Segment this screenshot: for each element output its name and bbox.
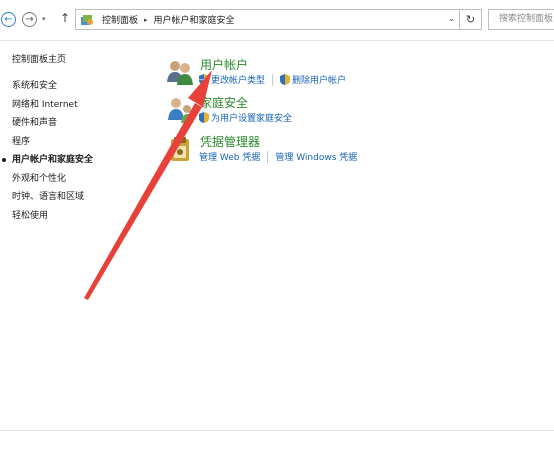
up-button[interactable]: ↑ (60, 11, 70, 25)
credential-manager-icon (171, 137, 189, 161)
address-bar[interactable]: 控制面板 ▸ 用户帐户和家庭安全 ⌄ (75, 9, 460, 30)
sidebar-item-network-internet[interactable]: 网络和 Internet (12, 96, 93, 115)
arrow-up-icon: ↑ (60, 11, 71, 25)
arrow-right-icon: → (25, 13, 34, 25)
left-nav-pane: 控制面板主页 系统和安全 网络和 Internet 硬件和声音 程序 用户帐户和… (1, 52, 93, 226)
delete-user-account-link[interactable]: 删除用户帐户 (292, 73, 346, 86)
breadcrumb-control-panel[interactable]: 控制面板 (102, 13, 138, 26)
sidebar-item-hardware-sound[interactable]: 硬件和声音 (12, 114, 93, 133)
sidebar-item-clock-language[interactable]: 时钟、语言和区域 (12, 188, 93, 207)
set-up-family-safety-link[interactable]: 为用户设置家庭安全 (211, 111, 292, 124)
category-title-family-safety[interactable]: 家庭安全 (200, 94, 248, 111)
navigation-bar: ← → ▾ ↑ 控制面板 ▸ 用户帐户和家庭安全 ⌄ ↻ 搜索控制面板 (0, 0, 554, 41)
back-button[interactable]: ← (1, 12, 16, 27)
uac-shield-icon (199, 112, 209, 123)
category-title-credential-manager[interactable]: 凭据管理器 (200, 133, 260, 150)
sidebar-item-system-security[interactable]: 系统和安全 (12, 77, 93, 96)
sidebar-item-programs[interactable]: 程序 (12, 133, 93, 152)
divider (272, 73, 274, 86)
user-accounts-icon (167, 61, 193, 85)
category-links: 为用户设置家庭安全 (199, 111, 292, 124)
divider (0, 430, 554, 431)
forward-button[interactable]: → (22, 12, 37, 27)
family-safety-icon (168, 98, 193, 123)
category-links: 管理 Web 凭据 管理 Windows 凭据 (199, 150, 357, 163)
category-links: 更改帐户类型 删除用户帐户 (199, 73, 346, 86)
recent-locations-chevron-icon[interactable]: ▾ (42, 15, 46, 23)
refresh-icon: ↻ (465, 13, 476, 26)
search-input[interactable]: 搜索控制面板 (488, 9, 554, 30)
change-account-type-link[interactable]: 更改帐户类型 (211, 73, 265, 86)
refresh-button[interactable]: ↻ (460, 9, 482, 30)
manage-windows-credentials-link[interactable]: 管理 Windows 凭据 (275, 150, 357, 163)
uac-shield-icon (280, 74, 291, 85)
address-dropdown-chevron-icon[interactable]: ⌄ (448, 14, 455, 23)
manage-web-credentials-link[interactable]: 管理 Web 凭据 (199, 150, 260, 163)
category-title-user-accounts[interactable]: 用户帐户 (200, 56, 248, 73)
arrow-left-icon: ← (4, 13, 13, 25)
sidebar-item-ease-of-access[interactable]: 轻松使用 (12, 207, 93, 226)
breadcrumb-user-accounts[interactable]: 用户帐户和家庭安全 (154, 13, 235, 26)
control-panel-icon (81, 14, 93, 25)
sidebar-item-user-accounts[interactable]: 用户帐户和家庭安全 (1, 151, 93, 170)
uac-shield-icon (199, 74, 209, 85)
divider (267, 150, 269, 163)
chevron-right-icon[interactable]: ▸ (144, 16, 148, 24)
control-panel-home-link[interactable]: 控制面板主页 (12, 52, 93, 65)
sidebar-item-appearance[interactable]: 外观和个性化 (12, 170, 93, 189)
